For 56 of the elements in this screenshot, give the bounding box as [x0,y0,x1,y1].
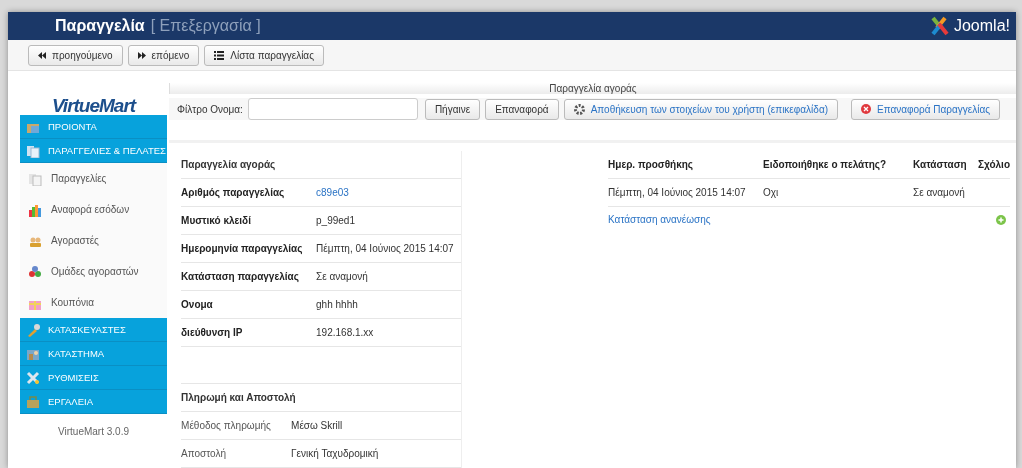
page-subtitle: [ Επεξεργασία ] [150,17,261,35]
order-number-link[interactable]: c89e03 [316,187,349,198]
menu-item[interactable]: Ομάδες αγοραστών [20,256,168,287]
toolbar-button[interactable]: Λίστα παραγγελίας [204,44,324,66]
list-icon [214,50,225,60]
field-value: p_99ed1 [316,215,355,226]
page-title: Παραγγελία [55,17,145,35]
section-title: Παραγγελία αγοράς [181,151,462,179]
menu-item[interactable]: Αγοραστές [20,225,168,256]
field-label: Μέθοδος πληρωμής [181,420,272,431]
menu-item[interactable]: Αναφορά εσόδων [20,194,168,225]
field-label: Ημερομηνία παραγγελίας [181,243,304,254]
fast-forward-icon [137,51,146,59]
logo-text: VirtueMart [51,96,136,115]
version-text: VirtueMart 3.0.9 [57,426,130,437]
field-value: Πέμπτη, 04 Ιούνιος 2015 14:07 [316,243,454,254]
field-label: Μυστικό κλειδί [181,215,252,226]
menu-item[interactable]: Παραγγελίες [20,163,168,194]
column-header: Κατάσταση [913,159,968,170]
rewind-icon [38,51,46,59]
column-header: Ειδοποιήθηκε ο πελάτης? [763,159,888,170]
bar-chart-icon [28,202,42,217]
field-value: 192.168.1.xx [316,327,374,338]
menu-item[interactable]: Κουπόνια [20,287,168,318]
filter-button[interactable]: Πήγαινε [424,98,481,120]
field-value: ghh hhhh [316,299,358,310]
field-label: Αριθμός παραγγελίας [181,187,286,198]
add-icon[interactable] [996,214,1006,225]
toolbar-button[interactable]: επόμενο [127,44,200,66]
field-label: Κατάσταση παραγγελίας [181,271,300,282]
panel-title: Παραγγελία αγοράς [169,83,1016,94]
field-label: Ονομα [181,299,214,310]
toolbar-button[interactable]: προηγούμενο [28,44,123,66]
field-value: Γενική Ταχυδρομική [291,448,379,459]
column-header: Σχόλιο [978,159,1010,170]
field-value: Μέσω Skrill [291,420,343,431]
column-header: Ημερ. προσθήκης [608,159,695,170]
field-label: Αποστολή [181,448,227,459]
table-cell-text: Πέμπτη, 04 Ιούνιος 2015 14:07 [608,187,747,198]
group-icon [28,264,42,279]
filter-label: Φίλτρο Ονομα: [177,103,243,115]
table-cell-text: Σε αναμονή [913,187,966,198]
table-cell-text: Οχι [763,187,780,198]
filter-input[interactable] [247,98,418,120]
pages-icon [28,171,42,186]
field-value: Σε αναμονή [316,271,368,282]
brand-name: Joomla! [953,17,1010,35]
reset-order-button[interactable]: Επαναφορά Παραγγελίας [851,98,1001,120]
filter-button[interactable]: Επαναφορά [485,98,559,120]
save-button[interactable]: Αποθήκευση των στοιχείων του χρήστη (επικεφαλίδα) [563,98,838,120]
section-title: Πληρωμή και Αποστολή [181,384,462,412]
field-label: διεύθυνση IP [181,327,244,338]
pages-icon [26,143,40,158]
update-status-link[interactable]: Κατάσταση ανανέωσης [608,214,711,225]
toolbox-icon [26,394,40,409]
close-icon [861,104,871,114]
